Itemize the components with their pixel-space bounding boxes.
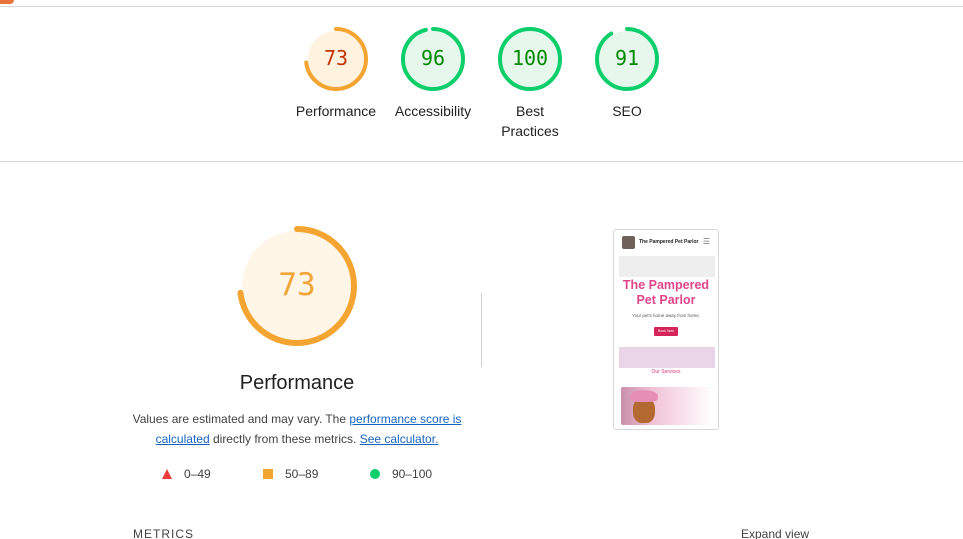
performance-gauge-large: 73 bbox=[236, 225, 358, 347]
label-best-practices-line1: Best bbox=[515, 103, 544, 119]
label-seo: SEO bbox=[612, 103, 642, 119]
score-seo: 91 bbox=[614, 46, 640, 70]
label-performance: Performance bbox=[295, 103, 377, 119]
see-calculator-link[interactable]: See calculator. bbox=[360, 432, 439, 446]
score-accessibility: 96 bbox=[420, 46, 446, 70]
screenshot-grey-band bbox=[619, 256, 715, 277]
legend-fail-range: 0–49 bbox=[184, 467, 211, 481]
expand-view-button[interactable]: Expand view bbox=[741, 527, 809, 539]
label-accessibility: Accessibility bbox=[394, 103, 472, 119]
circle-icon bbox=[370, 469, 380, 479]
legend-pass-range: 90–100 bbox=[392, 467, 433, 481]
gauge-accessibility[interactable]: 96 Accessibility bbox=[383, 26, 483, 121]
legend-average: 50–89 bbox=[263, 467, 318, 481]
performance-score-large: 73 bbox=[278, 267, 316, 303]
final-screenshot[interactable]: The Pampered Pet Parlor ☰ The Pampered P… bbox=[613, 229, 719, 430]
score-performance: 73 bbox=[323, 46, 349, 70]
triangle-icon bbox=[162, 469, 172, 479]
top-accent bbox=[0, 0, 14, 4]
logo-image bbox=[622, 235, 635, 249]
label-best-practices-line2: Practices bbox=[501, 123, 559, 139]
screenshot-tagline: Your pet's home away from home. bbox=[632, 313, 700, 318]
screenshot-services-heading: Our Services bbox=[651, 369, 681, 375]
screenshot-hero-title: The Pampered Pet Parlor bbox=[614, 278, 718, 308]
screenshot-navbar: The Pampered Pet Parlor ☰ bbox=[614, 230, 718, 254]
desc-prefix: Values are estimated and may vary. The bbox=[132, 412, 350, 426]
section-divider bbox=[0, 161, 963, 162]
gauge-performance[interactable]: 73 Performance bbox=[286, 26, 386, 121]
score-best-practices: 100 bbox=[511, 46, 549, 70]
screenshot-brand: The Pampered Pet Parlor bbox=[639, 239, 699, 245]
hero-line2: Pet Parlor bbox=[636, 293, 696, 307]
towel-image bbox=[630, 390, 658, 402]
desc-middle: directly from these metrics. bbox=[209, 432, 360, 446]
legend-average-range: 50–89 bbox=[285, 467, 319, 481]
screenshot-dog-photo bbox=[621, 387, 713, 425]
gauge-seo[interactable]: 91 SEO bbox=[577, 26, 677, 121]
screenshot-book-button: Book Now bbox=[654, 327, 678, 336]
square-icon bbox=[263, 469, 273, 479]
screenshot-pink-band bbox=[619, 347, 715, 368]
label-best-practices: Best Practices bbox=[480, 101, 580, 141]
legend-fail: 0–49 bbox=[162, 467, 211, 481]
top-divider bbox=[0, 6, 963, 7]
hero-line1: The Pampered bbox=[622, 278, 710, 292]
gauge-best-practices[interactable]: 100 Best Practices bbox=[480, 26, 580, 141]
performance-description: Values are estimated and may vary. The p… bbox=[130, 409, 464, 449]
legend-pass: 90–100 bbox=[370, 467, 432, 481]
metrics-heading: METRICS bbox=[133, 527, 194, 539]
performance-title: Performance bbox=[239, 372, 355, 394]
vertical-divider bbox=[481, 293, 482, 367]
hamburger-icon: ☰ bbox=[702, 237, 710, 246]
